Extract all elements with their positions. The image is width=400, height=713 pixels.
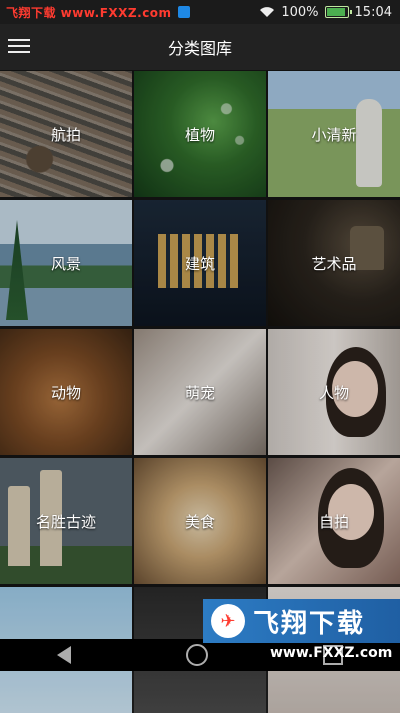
category-label: 自拍 xyxy=(318,512,349,531)
category-label: 建筑 xyxy=(184,254,215,273)
category-label: 小清新 xyxy=(311,125,357,144)
menu-icon[interactable] xyxy=(8,37,30,55)
status-bar: 飞翔下载 www.FXXZ.com 100% 15:04 xyxy=(0,0,400,24)
category-label: 动物 xyxy=(50,383,81,402)
category-tile-aerial[interactable]: 航拍 xyxy=(0,71,132,197)
notification-badge-icon xyxy=(177,6,190,18)
category-tile-fresh[interactable]: 小清新 xyxy=(268,71,400,197)
watermark-url: www.FXXZ.com xyxy=(270,645,393,661)
category-tile-architecture[interactable]: 建筑 xyxy=(134,200,266,326)
category-tile-people[interactable]: 人物 xyxy=(268,329,400,455)
category-tile-partial[interactable] xyxy=(0,587,132,713)
battery-icon xyxy=(324,6,352,18)
category-tile-plants[interactable]: 植物 xyxy=(134,71,266,197)
watermark-logo-icon: ✈ xyxy=(211,604,245,638)
status-bar-left: 飞翔下载 www.FXXZ.com xyxy=(6,4,190,21)
page-title: 分类图库 xyxy=(167,39,232,58)
category-tile-animals[interactable]: 动物 xyxy=(0,329,132,455)
category-grid: 航拍 植物 小清新 风景 建筑 艺术品 动物 萌宠 人物 名胜古迹 美食 自拍 xyxy=(0,71,400,713)
wifi-icon xyxy=(260,7,275,17)
category-tile-food[interactable]: 美食 xyxy=(134,458,266,584)
category-tile-landscape[interactable]: 风景 xyxy=(0,200,132,326)
status-bar-right: 100% 15:04 xyxy=(259,5,392,20)
category-tile-pets[interactable]: 萌宠 xyxy=(134,329,266,455)
category-label: 风景 xyxy=(50,254,81,273)
category-label: 人物 xyxy=(318,383,349,402)
category-tile-selfie[interactable]: 自拍 xyxy=(268,458,400,584)
category-tile-art[interactable]: 艺术品 xyxy=(268,200,400,326)
category-label: 艺术品 xyxy=(311,254,357,273)
battery-percent: 100% xyxy=(281,4,319,20)
category-label: 美食 xyxy=(184,512,215,531)
watermark-banner: ✈ 飞翔下载 xyxy=(203,599,400,643)
app-bar: 分类图库 xyxy=(0,24,400,71)
watermark-text: 飞翔下载 www.FXXZ.com xyxy=(6,5,172,20)
category-label: 名胜古迹 xyxy=(35,512,96,531)
category-tile-landmarks[interactable]: 名胜古迹 xyxy=(0,458,132,584)
category-label: 航拍 xyxy=(50,125,81,144)
watermark-banner-text: 飞翔下载 xyxy=(253,608,366,639)
category-label: 植物 xyxy=(184,125,215,144)
category-label: 萌宠 xyxy=(184,383,215,402)
clock: 15:04 xyxy=(354,4,392,20)
